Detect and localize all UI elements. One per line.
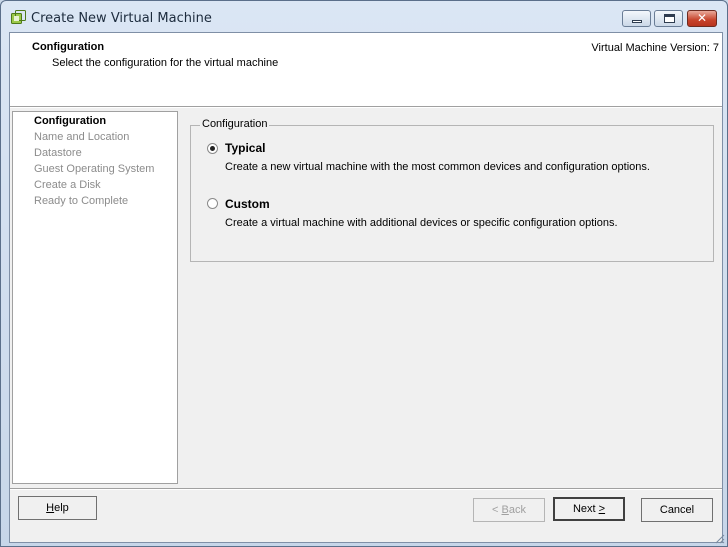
typical-radio[interactable]	[207, 143, 218, 154]
typical-description: Create a new virtual machine with the mo…	[225, 161, 650, 173]
vm-version-label: Virtual Machine Version: 7	[591, 42, 719, 54]
page-title: Configuration	[32, 41, 105, 53]
minimize-icon	[632, 20, 642, 23]
window-title: Create New Virtual Machine	[31, 11, 212, 26]
custom-description: Create a virtual machine with additional…	[225, 217, 618, 229]
nav-step-configuration[interactable]: Configuration	[34, 115, 106, 127]
close-button[interactable]: ✕	[687, 10, 717, 27]
configuration-group: Configuration Typical Create a new virtu…	[190, 118, 714, 262]
custom-label[interactable]: Custom	[225, 197, 270, 211]
wizard-header: Configuration Select the configuration f…	[10, 33, 722, 107]
dialog-window: Create New Virtual Machine ✕ Configurati…	[0, 0, 728, 547]
footer-divider-highlight	[10, 489, 722, 490]
title-bar[interactable]: Create New Virtual Machine ✕	[1, 1, 727, 33]
nav-step-name-and-location: Name and Location	[34, 131, 130, 143]
maximize-icon	[664, 14, 675, 23]
page-subtitle: Select the configuration for the virtual…	[52, 57, 279, 69]
next-button[interactable]: Next >	[553, 497, 625, 521]
custom-radio[interactable]	[207, 198, 218, 209]
help-button[interactable]: Help	[18, 496, 97, 520]
header-divider	[10, 107, 722, 108]
resize-grip-icon[interactable]	[713, 532, 725, 544]
back-button[interactable]: < Back	[473, 498, 545, 522]
nav-step-create-disk: Create a Disk	[34, 179, 101, 191]
nav-step-ready-to-complete: Ready to Complete	[34, 195, 129, 207]
vsphere-vm-icon	[11, 10, 26, 24]
close-icon: ✕	[696, 11, 708, 25]
wizard-steps-nav: Configuration Name and Location Datastor…	[12, 111, 178, 484]
cancel-button[interactable]: Cancel	[641, 498, 713, 522]
typical-label[interactable]: Typical	[225, 141, 265, 155]
group-legend: Configuration	[200, 118, 270, 130]
nav-step-guest-os: Guest Operating System	[34, 163, 155, 175]
maximize-button[interactable]	[654, 10, 683, 27]
dialog-body: Configuration Select the configuration f…	[9, 32, 723, 543]
nav-step-datastore: Datastore	[34, 147, 82, 159]
minimize-button[interactable]	[622, 10, 651, 27]
